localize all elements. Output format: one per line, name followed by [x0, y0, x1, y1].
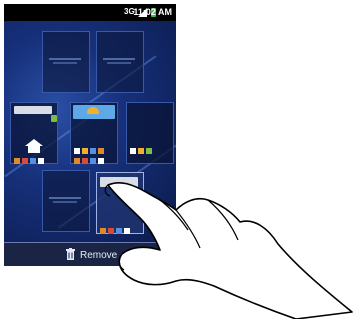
screen-thumbnail-7-dragged[interactable]: [96, 172, 144, 234]
screen-thumbnail-5[interactable]: [126, 102, 174, 164]
screen-thumbnail-4[interactable]: [70, 102, 118, 164]
trash-icon: [66, 248, 75, 260]
phone-screen: 3G 11:02 AM Remove: [4, 4, 176, 266]
screen-thumbnail-6[interactable]: [42, 170, 90, 232]
remove-bar[interactable]: Remove: [4, 242, 176, 266]
screen-thumbnail-2[interactable]: [96, 31, 144, 93]
status-bar: 3G 11:02 AM: [4, 4, 176, 21]
remove-label: Remove: [80, 250, 118, 261]
screen-thumbnail-1[interactable]: [42, 31, 90, 93]
status-time: 11:02 AM: [133, 7, 172, 17]
screen-thumbnail-3[interactable]: [10, 102, 58, 164]
